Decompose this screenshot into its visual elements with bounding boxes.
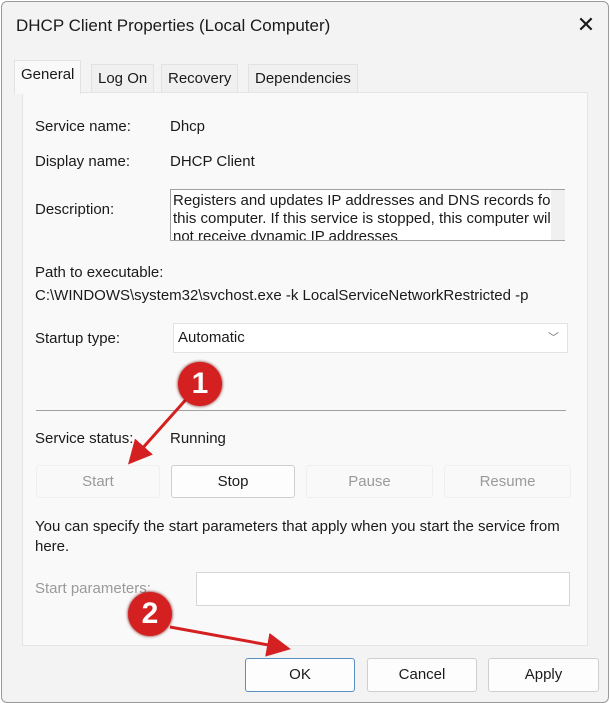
pause-button[interactable]: Pause [306, 465, 433, 498]
startup-type-value: Automatic [178, 329, 245, 346]
chevron-down-icon: ﹀ [548, 332, 559, 344]
start-params-input[interactable] [196, 572, 570, 606]
display-name-value: DHCP Client [170, 153, 255, 170]
step-1-badge: 1 [178, 362, 222, 406]
start-params-label: Start parameters: [35, 580, 151, 597]
service-name-label: Service name: [35, 118, 131, 135]
tab-log-on[interactable]: Log On [91, 64, 155, 93]
startup-type-label: Startup type: [35, 330, 121, 347]
dialog-window: DHCP Client Properties (Local Computer) … [1, 1, 609, 703]
stop-button[interactable]: Stop [171, 465, 295, 498]
description-label: Description: [35, 201, 115, 218]
ok-button[interactable]: OK [245, 658, 355, 692]
description-scrollbar[interactable] [551, 190, 565, 240]
close-icon[interactable]: ✕ [572, 12, 600, 38]
general-panel: Service name: Dhcp Display name: DHCP Cl… [22, 92, 588, 646]
service-status-value: Running [170, 430, 226, 447]
startup-type-select[interactable]: Automatic ﹀ [173, 323, 568, 353]
tab-dependencies[interactable]: Dependencies [248, 64, 358, 93]
apply-button[interactable]: Apply [488, 658, 599, 692]
window-title: DHCP Client Properties (Local Computer) [16, 16, 331, 35]
service-status-label: Service status: [35, 430, 134, 447]
divider [36, 410, 566, 411]
service-name-value: Dhcp [170, 118, 206, 135]
path-label: Path to executable: [35, 264, 164, 281]
description-textbox[interactable]: Registers and updates IP addresses and D… [170, 189, 565, 241]
start-params-hint: You can specify the start parameters tha… [35, 518, 560, 555]
cancel-button[interactable]: Cancel [367, 658, 477, 692]
path-value: C:\WINDOWS\system32\svchost.exe -k Local… [35, 287, 529, 304]
start-button[interactable]: Start [36, 465, 160, 498]
display-name-label: Display name: [35, 153, 131, 170]
tab-recovery[interactable]: Recovery [161, 64, 239, 93]
tab-general[interactable]: General [14, 60, 82, 94]
step-2-badge: 2 [128, 592, 172, 636]
resume-button[interactable]: Resume [444, 465, 571, 498]
description-text: Registers and updates IP addresses and D… [173, 192, 556, 241]
